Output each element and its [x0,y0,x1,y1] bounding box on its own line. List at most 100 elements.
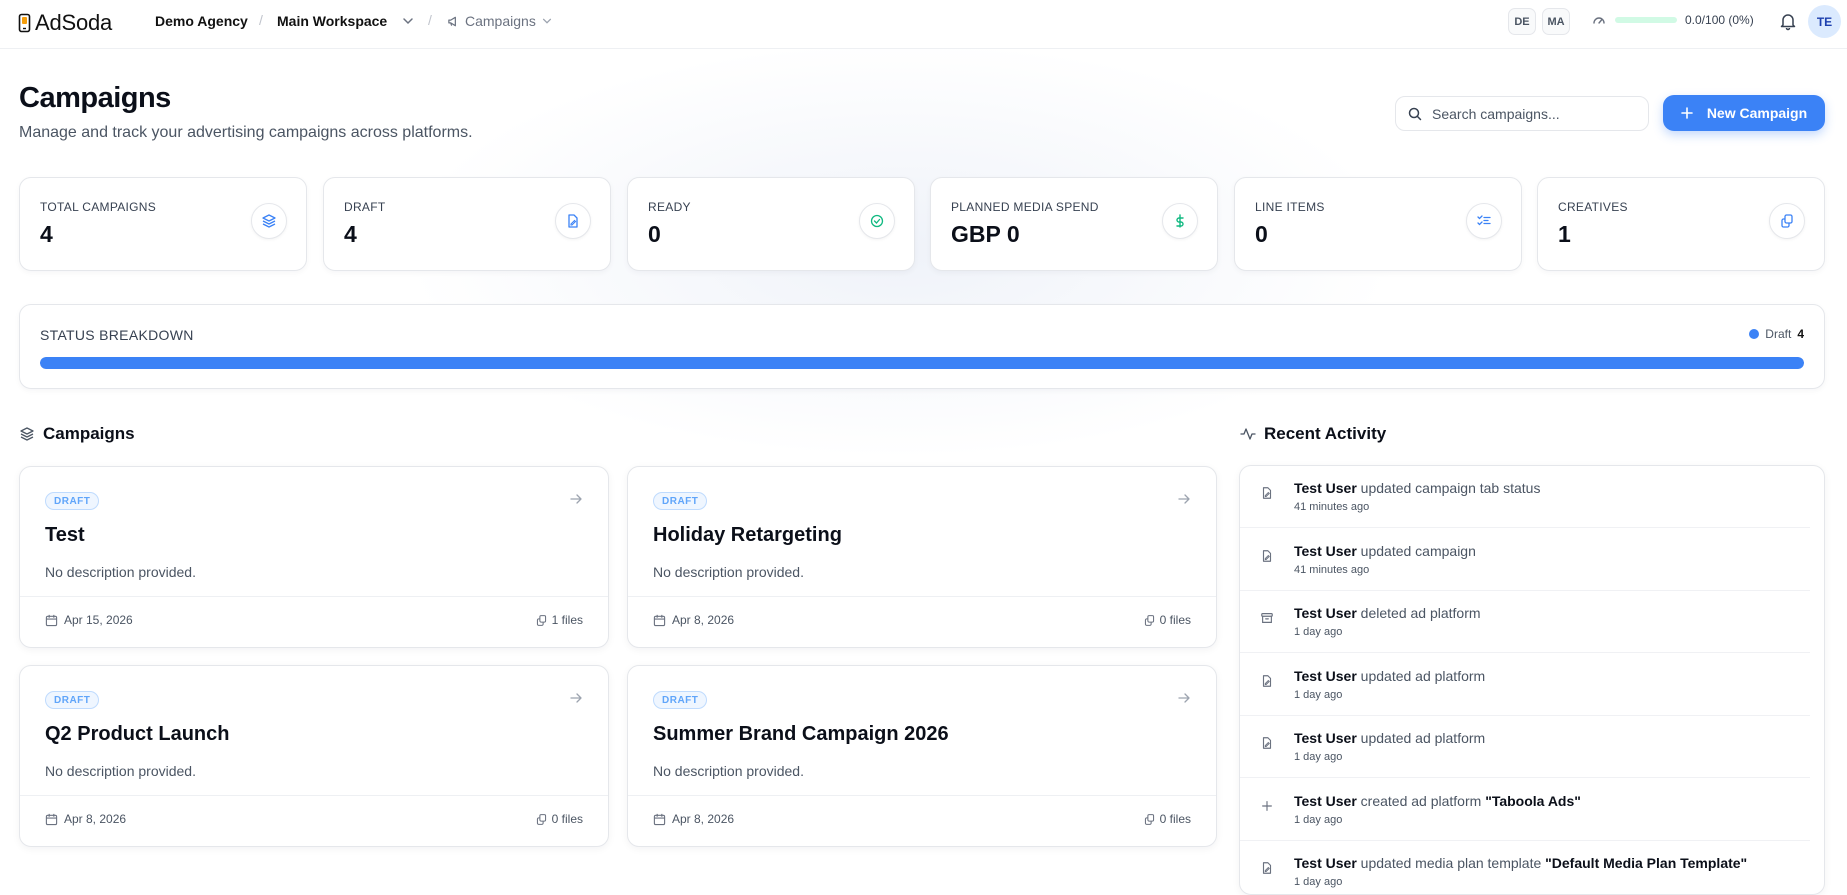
stat-value: 4 [344,221,357,247]
breadcrumb-agency[interactable]: Demo Agency [155,13,248,29]
activity-user: Test User [1294,605,1357,621]
stat-card-planned-media-spend: PLANNED MEDIA SPEND GBP 0 [930,177,1218,271]
megaphone-icon [448,16,456,26]
campaign-description: No description provided. [653,763,804,779]
activity-time: 41 minutes ago [1294,501,1370,513]
status-badge: DRAFT [45,492,100,510]
activity-action: updated campaign tab status [1356,480,1541,496]
activity-item: Test User updated ad platform 1 day ago [1240,654,1810,716]
status-legend: Draft 4 [1749,327,1804,341]
stat-card-line-items: LINE ITEMS 0 [1234,177,1522,271]
activity-icon [1240,428,1256,440]
campaign-files: 0 files [1143,613,1191,627]
campaign-files: 1 files [535,613,583,627]
activity-section-heading: Recent Activity [1240,424,1386,444]
calendar-icon [653,813,666,825]
arrow-right-icon[interactable] [569,492,583,506]
breadcrumb-separator: / [259,12,263,28]
activity-action: deleted ad platform [1356,605,1481,621]
card-divider [20,596,608,597]
arrow-right-icon[interactable] [569,691,583,705]
notifications-bell-icon[interactable] [1778,11,1798,31]
copy-icon [536,813,546,825]
file-edit-icon [1260,736,1274,750]
campaign-name[interactable]: Holiday Retargeting [653,524,842,547]
arrow-right-icon[interactable] [1177,691,1191,705]
campaign-card[interactable]: DRAFT Holiday Retargeting No description p… [627,466,1217,648]
campaign-files: 0 files [1143,812,1191,826]
copy-icon [536,614,546,626]
activity-action: updated campaign [1356,542,1476,559]
stat-card-creatives: CREATIVES 1 [1537,177,1825,271]
activity-section-title: Recent Activity [1264,424,1387,443]
plus-icon [1260,799,1274,813]
campaign-name[interactable]: Test [45,524,85,547]
stat-label: PLANNED MEDIA SPEND [951,200,1099,214]
stat-label: LINE ITEMS [1255,200,1325,214]
stat-value: 1 [1558,221,1571,247]
layers-icon [20,427,34,441]
recent-activity-list[interactable]: Test User updated campaign tab status 41 … [1239,465,1825,895]
campaign-files-text: 0 files [1159,613,1191,627]
breadcrumb-campaigns[interactable]: Campaigns [447,13,553,29]
card-divider [628,596,1216,597]
activity-item: Test User updated campaign 41 minutes ago [1240,529,1810,591]
activity-text: Test User deleted ad platform [1294,605,1481,621]
campaign-card[interactable]: DRAFT Q2 Product Launch No description pro… [19,665,609,847]
stat-card-total-campaigns: TOTAL CAMPAIGNS 4 [19,177,307,271]
arrow-right-icon[interactable] [1177,492,1191,506]
search-icon [1408,107,1422,120]
stat-card-draft: DRAFT 4 [323,177,611,271]
app-logo[interactable]: AdSoda [18,10,112,36]
new-campaign-button[interactable]: New Campaign [1663,95,1825,131]
activity-time: 1 day ago [1294,813,1343,826]
campaign-date: Apr 8, 2026 [653,812,734,826]
stat-label: READY [648,200,691,214]
stat-value: 0 [648,221,661,247]
search-box[interactable] [1395,96,1649,131]
search-input[interactable] [1432,105,1622,122]
workspace-dropdown-icon[interactable] [401,14,415,28]
campaign-files-text: 1 files [551,613,583,627]
activity-user: Test User [1294,480,1357,496]
list-checks-icon [1466,203,1502,239]
breadcrumb-workspace[interactable]: Main Workspace [277,13,387,29]
campaign-date-text: Apr 8, 2026 [64,812,127,826]
activity-time: 1 day ago [1294,751,1343,763]
campaign-name[interactable]: Q2 Product Launch [45,723,229,746]
stat-value: 4 [40,221,53,247]
breadcrumb-campaigns-label: Campaigns [465,13,536,29]
page-subtitle: Manage and track your advertising campai… [19,124,473,141]
campaign-files: 0 files [535,812,583,826]
workspace-pill-de[interactable]: DE [1508,8,1536,35]
status-breakdown-card: STATUS BREAKDOWN Draft 4 [19,304,1825,389]
copy-icon [1769,203,1805,239]
app-name: AdSoda [35,10,113,35]
calendar-icon [45,813,58,825]
workspace-pill-ma[interactable]: MA [1542,8,1570,35]
activity-action: updated ad platform [1356,730,1486,746]
legend-dot [1749,329,1760,339]
campaign-card[interactable]: DRAFT Summer Brand Campaign 2026 No descri… [627,665,1217,847]
activity-time: 1 day ago [1294,876,1343,888]
copy-icon [1144,813,1154,825]
user-avatar[interactable]: TE [1808,5,1841,38]
activity-time: 41 minutes ago [1294,563,1370,576]
copy-icon [1144,614,1154,626]
activity-action: created ad platform [1356,792,1486,809]
activity-text: Test User updated campaign tab status [1294,480,1540,496]
archive-icon [1260,611,1274,625]
status-badge: DRAFT [653,691,708,709]
campaign-description: No description provided. [653,564,804,580]
campaign-files-text: 0 files [551,812,583,826]
file-edit-icon [555,203,591,239]
file-edit-icon [1260,674,1274,688]
campaign-description: No description provided. [45,564,196,580]
legend-count: 4 [1797,327,1804,341]
campaign-name[interactable]: Summer Brand Campaign 2026 [653,723,949,746]
stat-label: CREATIVES [1558,200,1628,214]
page-title: Campaigns [19,82,171,114]
dollar-icon [1162,203,1198,239]
campaign-card[interactable]: DRAFT Test No description provided. Apr 15,… [19,466,609,648]
activity-text: Test User updated ad platform [1294,668,1485,684]
